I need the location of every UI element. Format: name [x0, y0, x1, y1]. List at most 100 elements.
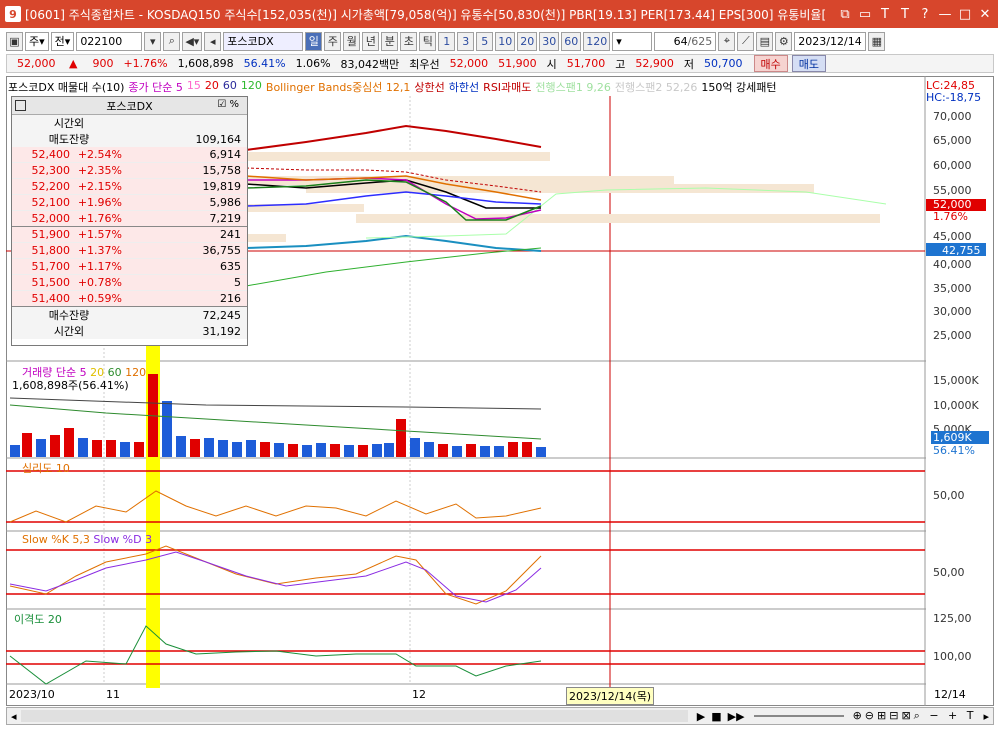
- zoom-tools[interactable]: ⊕⊖⊞⊟⊠⌕ − + T: [850, 709, 980, 723]
- ask-row[interactable]: 52,100 +1.96% 5,986: [12, 195, 247, 211]
- sell-button[interactable]: 매도: [791, 55, 827, 72]
- amount: 83,042백만: [340, 57, 400, 71]
- legend-ichimoku1[interactable]: 전행스팬1 9,26: [535, 79, 610, 94]
- legend-upper[interactable]: 상한선: [414, 79, 444, 94]
- price-bar: 52,000 ▲ 900 +1.76% 1,608,898 56.41% 1.0…: [6, 54, 994, 73]
- legend-stock[interactable]: 포스코DX 매물대 수(10): [8, 79, 124, 94]
- timeframe-second[interactable]: 초: [400, 31, 418, 51]
- play-icon[interactable]: ▶: [694, 710, 708, 723]
- prev-icon[interactable]: ◂: [204, 31, 222, 51]
- bid-row[interactable]: 51,400 +0.59% 216: [12, 291, 247, 307]
- stop-icon[interactable]: ■: [708, 710, 724, 723]
- bid-row[interactable]: 51,900 +1.57% 241: [12, 227, 247, 243]
- ask-remain-row: 매도잔량 109,164: [12, 131, 247, 147]
- volume-pct: 56.41%: [243, 57, 286, 70]
- help-icon[interactable]: ?: [918, 7, 932, 22]
- interval-20[interactable]: 20: [517, 31, 538, 51]
- interval-3[interactable]: 3: [457, 31, 475, 51]
- volume-tag: 1,609K: [931, 431, 989, 444]
- bid-row[interactable]: 51,700 +1.17% 635: [12, 259, 247, 275]
- legend-ichimoku2[interactable]: 전행스팬2 52,26: [615, 79, 697, 94]
- grid-icon[interactable]: [15, 100, 26, 111]
- bid-row[interactable]: 51,500 +0.78% 5: [12, 275, 247, 291]
- count-input[interactable]: 64/625: [654, 31, 717, 51]
- interval-30[interactable]: 30: [539, 31, 560, 51]
- turnover: 1.06%: [295, 57, 331, 70]
- interval-10[interactable]: 10: [495, 31, 516, 51]
- save-icon[interactable]: ▤: [756, 31, 774, 51]
- scroll-left-icon[interactable]: ◂: [7, 710, 21, 723]
- low-label: 저: [683, 57, 695, 71]
- low-price: 50,700: [704, 57, 743, 70]
- xaxis-end: 12/14: [934, 688, 966, 701]
- chart-tool-icon[interactable]: ⌖: [718, 31, 736, 51]
- text-icon[interactable]: T: [878, 7, 892, 22]
- legend-bollinger[interactable]: Bollinger Bands중심선 12,1: [266, 79, 411, 94]
- volume: 1,608,898: [177, 57, 234, 70]
- interval-1[interactable]: 1: [438, 31, 456, 51]
- legend-strength[interactable]: 150억 강세패턴: [701, 79, 776, 94]
- stoch-legend: Slow %K 5,3 Slow %D 3: [22, 533, 153, 546]
- period-type-select[interactable]: 주 ▾: [25, 31, 49, 51]
- timeframe-month[interactable]: 월: [343, 31, 361, 51]
- interval-5[interactable]: 5: [476, 31, 494, 51]
- fast-forward-icon[interactable]: ▶▶: [725, 710, 748, 723]
- ask-row[interactable]: 52,200 +2.15% 19,819: [12, 179, 247, 195]
- line-tool-icon[interactable]: ⟋: [737, 31, 755, 51]
- restore-icon[interactable]: ⧉: [838, 7, 852, 22]
- dropdown-icon[interactable]: ▾: [144, 31, 162, 51]
- legend-ma-20[interactable]: 20: [205, 79, 219, 93]
- timeframe-minute[interactable]: 분: [381, 31, 399, 51]
- stock-code-input[interactable]: 022100: [76, 31, 143, 51]
- legend-ma[interactable]: 종가 단순 5: [128, 79, 182, 94]
- legend-lower[interactable]: 하한선: [449, 79, 479, 94]
- open-price: 51,700: [566, 57, 606, 70]
- market-select[interactable]: 전 ▾: [50, 31, 75, 51]
- chart-legend: 포스코DX 매물대 수(10) 종가 단순 5 15 20 60 120 Bol…: [8, 79, 776, 94]
- axis-60000: 60,000: [933, 159, 972, 172]
- ask-row[interactable]: 52,400 +2.54% 6,914: [12, 147, 247, 163]
- legend-ma-60[interactable]: 60: [223, 79, 237, 93]
- calendar-icon[interactable]: ▦: [868, 31, 886, 51]
- buy-button[interactable]: 매수: [753, 55, 788, 72]
- bid-row[interactable]: 51,800 +1.37% 36,755: [12, 243, 247, 259]
- maximize-button[interactable]: □: [958, 7, 972, 22]
- disparity-legend: 이격도 20: [14, 613, 62, 626]
- legend-ma-15[interactable]: 15: [187, 79, 201, 93]
- date-input[interactable]: 2023/12/14: [794, 31, 867, 51]
- line-price-tag: 42,755: [942, 244, 981, 257]
- orderbook-title: 포스코DX: [106, 99, 153, 113]
- window-title: [0601] 주식종합차트 - KOSDAQ150 주식수[152,035(천)…: [25, 7, 827, 22]
- interval-60[interactable]: 60: [561, 31, 582, 51]
- after-hours-label-row: 시간외: [12, 115, 247, 131]
- xaxis-dec: 12: [412, 688, 426, 701]
- stock-name[interactable]: 포스코DX: [223, 31, 304, 51]
- current-pct-tag: 1.76%: [933, 210, 968, 223]
- scroll-right-icon[interactable]: ▸: [979, 710, 993, 723]
- timeframe-year[interactable]: 년: [362, 31, 380, 51]
- layout-icon[interactable]: ▣: [6, 31, 23, 51]
- timeframe-week[interactable]: 주: [324, 31, 342, 51]
- price-change-pct: +1.76%: [123, 57, 168, 70]
- search-icon[interactable]: ⌕: [163, 31, 181, 51]
- percent-toggle[interactable]: ☑ %: [217, 99, 239, 110]
- legend-ma-120[interactable]: 120: [241, 79, 262, 93]
- high-price: 52,900: [635, 57, 674, 70]
- window-icon[interactable]: ▭: [858, 7, 872, 22]
- speed-slider[interactable]: [753, 715, 844, 717]
- close-button[interactable]: ✕: [978, 7, 992, 22]
- bid-remain-row: 매수잔량 72,245: [12, 307, 247, 323]
- timeframe-tick[interactable]: 틱: [419, 31, 437, 51]
- horizontal-scrollbar[interactable]: [20, 710, 688, 722]
- minimize-button[interactable]: —: [938, 7, 952, 22]
- ask-row[interactable]: 52,300 +2.35% 15,758: [12, 163, 247, 179]
- legend-rsi[interactable]: RSI과매도: [483, 79, 531, 94]
- interval-120[interactable]: 120: [583, 31, 611, 51]
- timeframe-day[interactable]: 일: [305, 31, 323, 51]
- font-icon[interactable]: T: [898, 7, 912, 22]
- settings-icon[interactable]: ⚙: [775, 31, 793, 51]
- sound-icon[interactable]: ◀▾: [182, 31, 203, 51]
- ask-row[interactable]: 52,000 +1.76% 7,219: [12, 211, 247, 227]
- interval-select[interactable]: ▾: [612, 31, 653, 51]
- axis-65000: 65,000: [933, 134, 972, 147]
